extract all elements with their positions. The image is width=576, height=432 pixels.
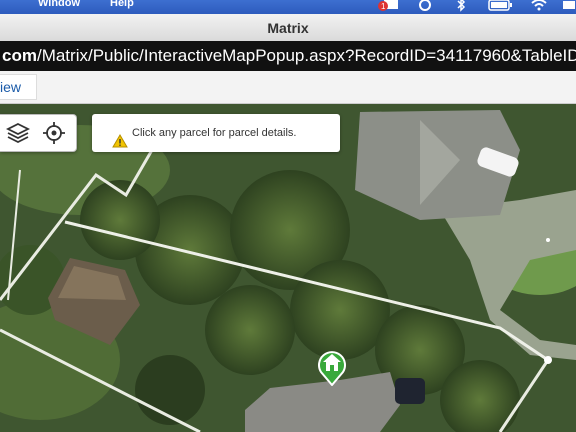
notice-text: Click any parcel for parcel details.	[132, 127, 297, 139]
notification-icon[interactable]: 1	[378, 0, 400, 15]
parcel-notice: Click any parcel for parcel details.	[92, 114, 340, 152]
aerial-imagery	[0, 104, 576, 432]
wifi-icon[interactable]	[530, 0, 548, 15]
address-bar[interactable]: com/Matrix/Public/InteractiveMapPopup.as…	[0, 41, 576, 71]
menu-extra-icon[interactable]	[562, 0, 576, 15]
battery-icon[interactable]	[488, 0, 514, 15]
menu-bar: Window Help 1	[0, 0, 576, 14]
home-icon	[316, 351, 348, 390]
layers-icon[interactable]	[4, 119, 32, 147]
timer-icon[interactable]	[416, 0, 434, 15]
menu-help[interactable]: Help	[110, 0, 134, 9]
aerial-map[interactable]	[0, 104, 576, 432]
url-domain: com	[2, 46, 37, 65]
tab-row: iew	[0, 71, 576, 104]
map-toolbar	[0, 114, 77, 152]
parcel-vertex	[544, 356, 552, 364]
url-text: com/Matrix/Public/InteractiveMapPopup.as…	[0, 46, 576, 65]
warning-icon	[112, 126, 128, 148]
bluetooth-icon[interactable]	[455, 0, 467, 15]
locate-icon[interactable]	[40, 119, 68, 147]
window-title: Matrix	[267, 20, 309, 36]
tab-view[interactable]: iew	[0, 74, 37, 100]
window-title-bar: Matrix	[0, 14, 576, 42]
notification-badge: 1	[381, 2, 386, 11]
url-path: /Matrix/Public/InteractiveMapPopup.aspx?…	[36, 46, 576, 65]
property-marker[interactable]	[316, 346, 348, 387]
menu-window[interactable]: Window	[38, 0, 80, 9]
